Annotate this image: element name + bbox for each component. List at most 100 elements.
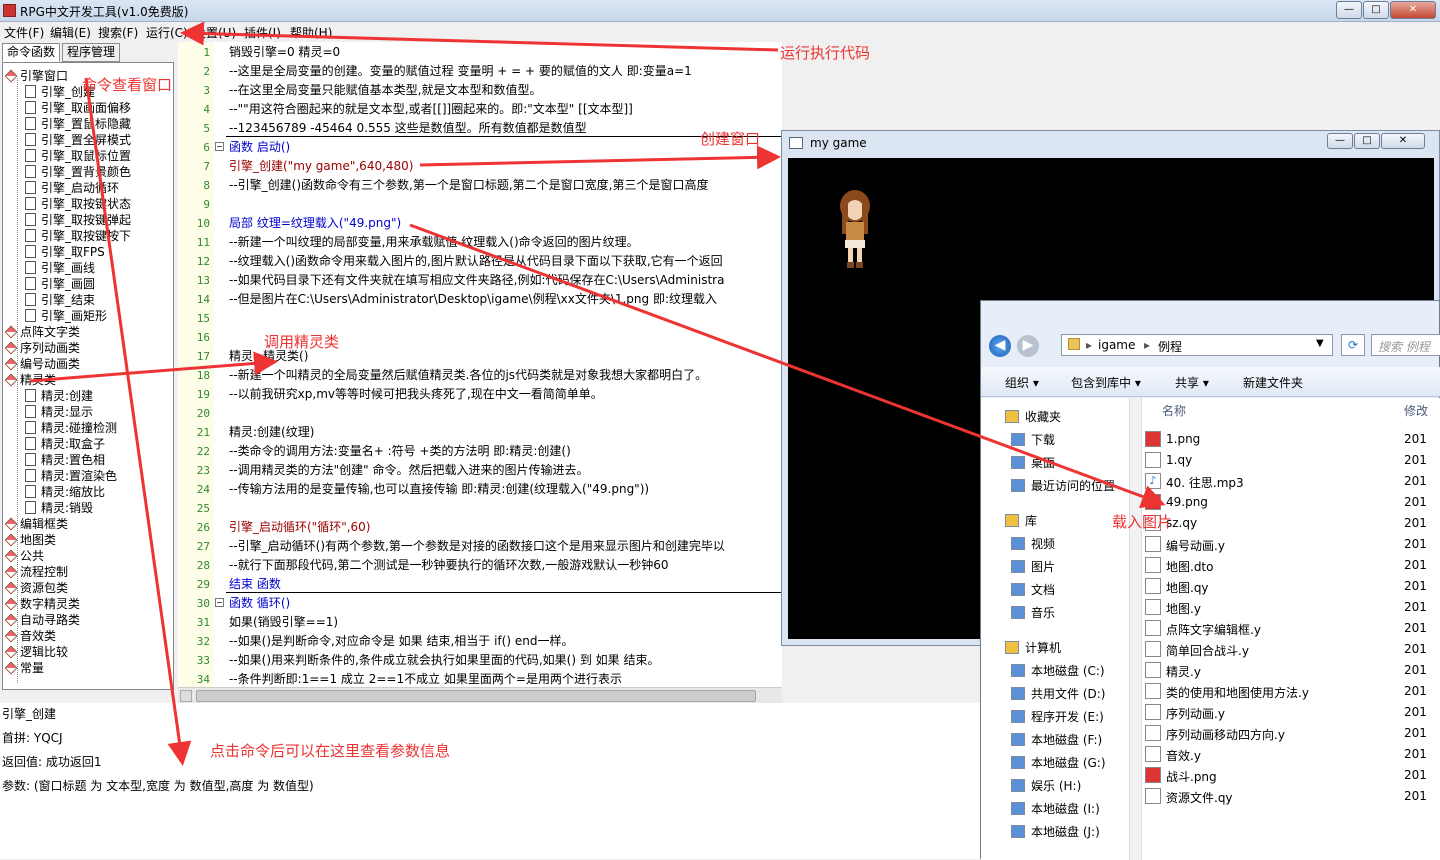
code-line[interactable]: --这里是全局变量的创建。变量的赋值过程 变量明 + = + 要的赋值的文人 即… xyxy=(229,62,692,81)
code-line[interactable]: 函数 启动() xyxy=(229,138,290,157)
tree-category[interactable]: 点阵文字类 xyxy=(4,324,80,340)
tree-item[interactable]: 精灵:缩放比 xyxy=(25,484,105,500)
tree-item[interactable]: 精灵:销毁 xyxy=(25,500,93,516)
column-name[interactable]: 名称 xyxy=(1162,402,1186,419)
tree-category[interactable]: 音效类 xyxy=(4,628,56,644)
file-item[interactable]: 序列动画移动四方向.y xyxy=(1166,726,1285,743)
code-line[interactable]: --类命令的调用方法:变量名+ :符号 +类的方法明 即:精灵:创建() xyxy=(229,442,571,461)
tree-category[interactable]: 地图类 xyxy=(4,532,56,548)
code-line[interactable]: --新建一个叫精灵的全局变量然后赋值精灵类.各位的js代码类就是对象我想大家都明… xyxy=(229,366,707,385)
tree-item[interactable]: 引擎_置全屏模式 xyxy=(25,132,131,148)
address-dropdown-icon[interactable]: ▼ xyxy=(1316,338,1324,349)
file-item[interactable]: 49.png xyxy=(1166,495,1208,509)
tree-category[interactable]: 常量 xyxy=(4,660,44,676)
nav-item[interactable]: 收藏夹 xyxy=(1005,408,1061,425)
file-item[interactable]: 点阵文字编辑框.y xyxy=(1166,621,1261,638)
share-button[interactable]: 共享 ▾ xyxy=(1175,374,1209,391)
code-line[interactable]: --调用精灵类的方法"创建" 命令。然后把载入进来的图片传输进去。 xyxy=(229,461,589,480)
fold-toggle[interactable]: − xyxy=(215,598,224,607)
file-item[interactable]: 1.png xyxy=(1166,432,1200,446)
game-close-button[interactable]: ✕ xyxy=(1381,133,1425,149)
tree-item[interactable]: 引擎_取鼠标位置 xyxy=(25,148,131,164)
breadcrumb-igame[interactable]: igame xyxy=(1098,338,1135,352)
tree-category[interactable]: 数字精灵类 xyxy=(4,596,80,612)
code-line[interactable]: --""用这符合圈起来的就是文本型,或者[[]]圈起来的。即:"文本型" [[文… xyxy=(229,100,633,119)
menu-plugins[interactable]: 插件(I) xyxy=(244,24,281,41)
nav-item[interactable]: 本地磁盘 (G:) xyxy=(1011,754,1106,771)
game-minimize-button[interactable]: — xyxy=(1327,133,1353,149)
code-line[interactable]: --如果()用来判断条件的,条件成立就会执行如果里面的代码,如果() 到 如果 … xyxy=(229,651,659,670)
close-button[interactable]: ✕ xyxy=(1390,1,1436,19)
tree-category[interactable]: 序列动画类 xyxy=(4,340,80,356)
file-item[interactable]: 地图.y xyxy=(1166,600,1201,617)
address-bar[interactable]: ▸ igame ▸ 例程 ▼ xyxy=(1061,334,1333,356)
tree-category[interactable]: 精灵类 xyxy=(4,372,56,388)
nav-item[interactable]: 图片 xyxy=(1011,558,1055,575)
tree-category[interactable]: 资源包类 xyxy=(4,580,68,596)
code-line[interactable]: --纹理载入()函数命令用来载入图片的,图片默认路径是从代码目录下面以下获取,它… xyxy=(229,252,723,271)
file-item[interactable]: 序列动画.y xyxy=(1166,705,1225,722)
nav-item[interactable]: 文档 xyxy=(1011,581,1055,598)
nav-item[interactable]: 计算机 xyxy=(1005,639,1061,656)
code-line[interactable]: 销毁引擎=0 精灵=0 xyxy=(229,43,340,62)
code-line[interactable]: 局部 纹理=纹理载入("49.png") xyxy=(229,214,401,233)
tab-commands[interactable]: 命令函数 xyxy=(2,43,61,62)
menu-edit[interactable]: 编辑(E) xyxy=(50,24,91,41)
tree-item[interactable]: 精灵:取盒子 xyxy=(25,436,105,452)
file-item[interactable]: 精灵.y xyxy=(1166,663,1201,680)
game-maximize-button[interactable]: □ xyxy=(1354,133,1380,149)
breadcrumb-example[interactable]: 例程 xyxy=(1158,338,1182,355)
organize-button[interactable]: 组织 ▾ xyxy=(1005,374,1039,391)
nav-item[interactable]: 本地磁盘 (F:) xyxy=(1011,731,1102,748)
nav-scrollbar[interactable] xyxy=(1129,398,1141,860)
tree-category[interactable]: 自动寻路类 xyxy=(4,612,80,628)
code-line[interactable]: --新建一个叫纹理的局部变量,用来承载赋值 纹理载入()命令返回的图片纹理。 xyxy=(229,233,639,252)
code-line[interactable]: 函数 循环() xyxy=(229,594,290,613)
tree-item[interactable]: 引擎_取按键按下 xyxy=(25,228,131,244)
tree-item[interactable]: 精灵:碰撞检测 xyxy=(25,420,117,436)
code-line[interactable]: 引擎_创建("my game",640,480) xyxy=(229,157,414,176)
minimize-button[interactable]: — xyxy=(1336,1,1362,19)
nav-item[interactable]: 共用文件 (D:) xyxy=(1011,685,1105,702)
tree-item[interactable]: 引擎_启动循环 xyxy=(25,180,119,196)
tree-category[interactable]: 流程控制 xyxy=(4,564,68,580)
back-arrow-icon[interactable]: ◀ xyxy=(989,335,1011,357)
nav-item[interactable]: 桌面 xyxy=(1011,454,1055,471)
tree-item[interactable]: 精灵:创建 xyxy=(25,388,93,404)
menu-settings[interactable]: 设置(U) xyxy=(194,24,236,41)
file-item[interactable]: 战斗.png xyxy=(1166,768,1217,785)
menu-file[interactable]: 文件(F) xyxy=(4,24,44,41)
code-line[interactable]: --如果()是判断命令,对应命令是 如果 结束,相当于 if() end一样。 xyxy=(229,632,573,651)
tab-program-manager[interactable]: 程序管理 xyxy=(62,43,121,62)
include-library-button[interactable]: 包含到库中 ▾ xyxy=(1071,374,1141,391)
tree-category[interactable]: 逻辑比较 xyxy=(4,644,68,660)
file-item[interactable]: 资源文件.qy xyxy=(1166,789,1233,806)
code-line[interactable]: 精灵:创建(纹理) xyxy=(229,423,314,442)
menu-search[interactable]: 搜索(F) xyxy=(98,24,138,41)
tree-category[interactable]: 编辑框类 xyxy=(4,516,68,532)
tree-item[interactable]: 引擎_取按键状态 xyxy=(25,196,131,212)
code-line[interactable]: --引擎_创建()函数命令有三个参数,第一个是窗口标题,第二个是窗口宽度,第三个… xyxy=(229,176,708,195)
tree-item[interactable]: 引擎_结束 xyxy=(25,292,95,308)
file-item[interactable]: 编号动画.y xyxy=(1166,537,1225,554)
tree-item[interactable]: 引擎_取按键弹起 xyxy=(25,212,131,228)
tree-item[interactable]: 引擎_画矩形 xyxy=(25,308,107,324)
menu-run[interactable]: 运行(C) xyxy=(146,24,188,41)
fold-toggle[interactable]: − xyxy=(215,142,224,151)
code-line[interactable]: --以前我研究xp,mv等等时候可把我头疼死了,现在中文一看简简单单。 xyxy=(229,385,603,404)
code-line[interactable]: 引擎_启动循环("循环",60) xyxy=(229,518,371,537)
column-date[interactable]: 修改 xyxy=(1404,402,1428,419)
file-item[interactable]: 40. 往思.mp3 xyxy=(1166,474,1244,491)
tree-item[interactable]: 引擎_取画面偏移 xyxy=(25,100,131,116)
code-line[interactable]: --如果代码目录下还有文件夹就在填写相应文件夹路径,例如:代码保存在C:\Use… xyxy=(229,271,724,290)
nav-item[interactable]: 视频 xyxy=(1011,535,1055,552)
file-item[interactable]: 简单回合战斗.y xyxy=(1166,642,1249,659)
file-item[interactable]: 地图.qy xyxy=(1166,579,1209,596)
new-folder-button[interactable]: 新建文件夹 xyxy=(1243,374,1303,391)
code-line[interactable]: 结束 函数 xyxy=(229,575,281,594)
tree-item[interactable]: 精灵:显示 xyxy=(25,404,93,420)
code-line[interactable]: --在这里全局变量只能赋值基本类型,就是文本型和数值型。 xyxy=(229,81,541,100)
tree-item[interactable]: 精灵:置色相 xyxy=(25,452,105,468)
tree-item[interactable]: 精灵:置渲染色 xyxy=(25,468,117,484)
tree-item[interactable]: 引擎_画线 xyxy=(25,260,95,276)
